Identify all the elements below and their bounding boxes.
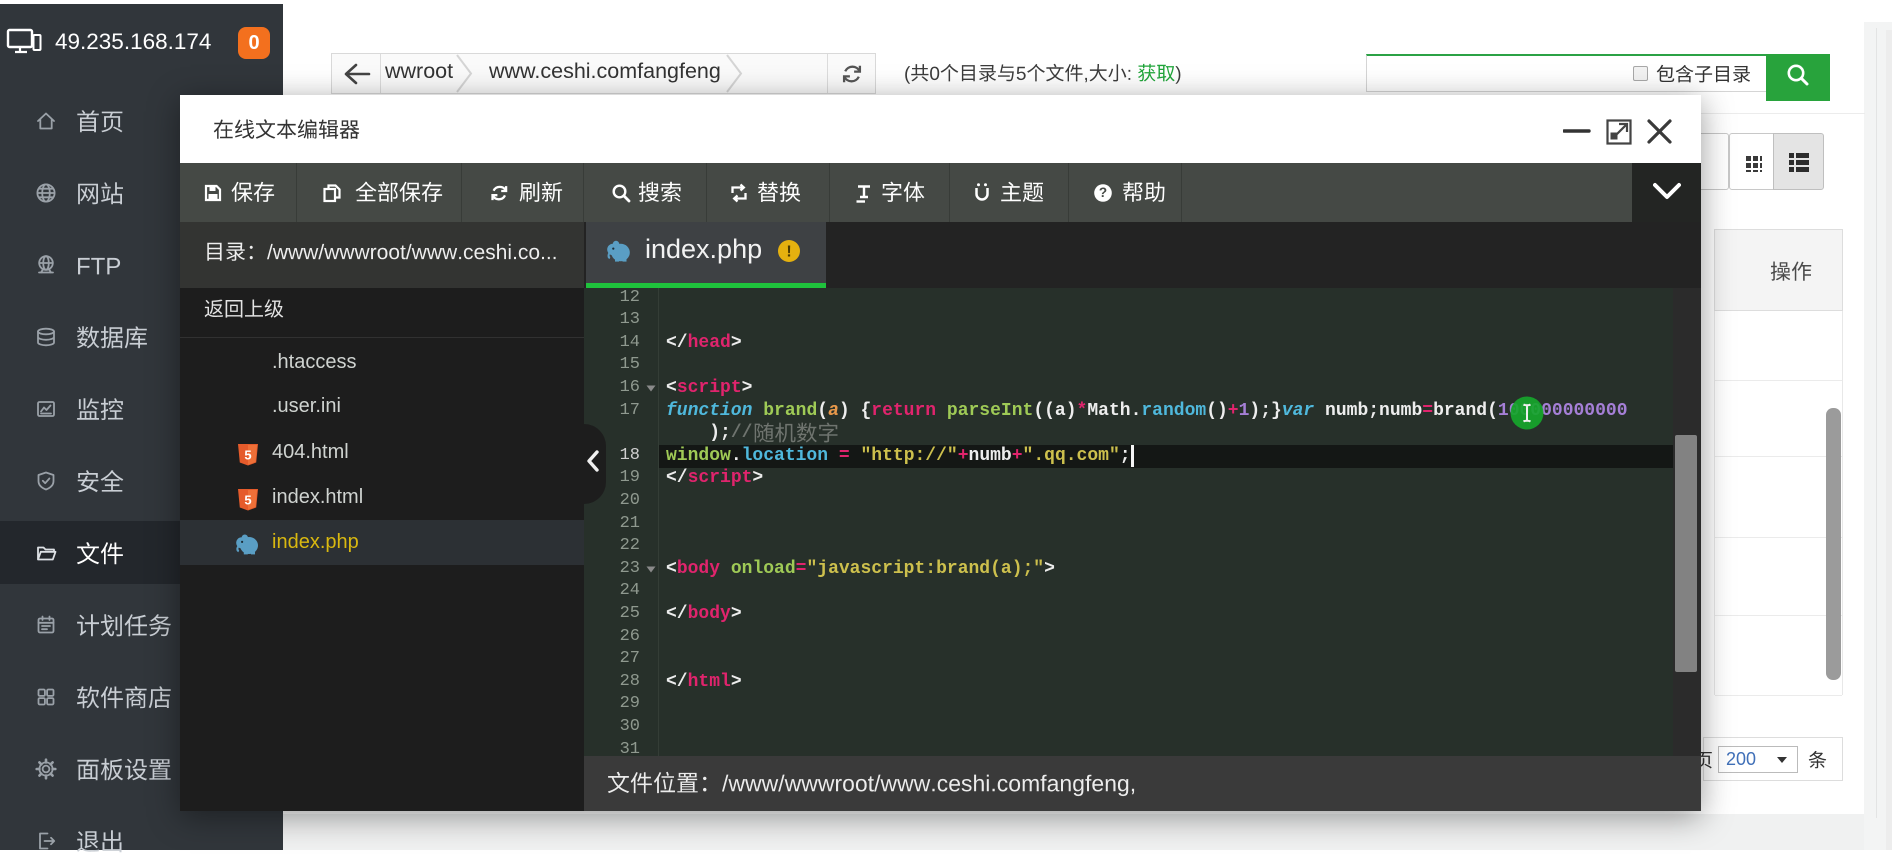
- svg-text:5: 5: [244, 447, 251, 462]
- svg-text:?: ?: [1099, 185, 1107, 200]
- svg-text:5: 5: [244, 492, 251, 507]
- svg-text:!: !: [786, 244, 791, 261]
